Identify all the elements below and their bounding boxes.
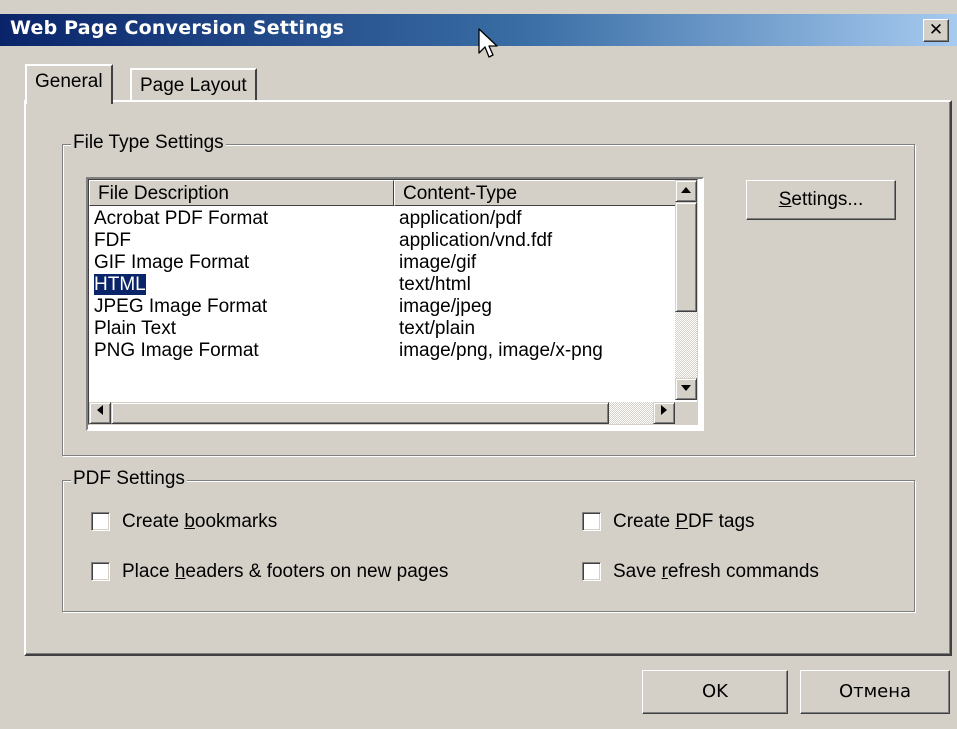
file-description: GIF Image Format: [94, 252, 250, 273]
content-type: application/pdf: [399, 208, 522, 229]
tab-general[interactable]: General: [25, 64, 113, 104]
checkbox-label: Save refresh commands: [613, 561, 819, 582]
content-type: application/vnd.fdf: [399, 230, 553, 251]
list-item[interactable]: JPEG Image Format image/jpeg: [89, 296, 675, 318]
vertical-scroll-thumb[interactable]: [675, 202, 697, 312]
arrow-left-icon: [97, 405, 103, 415]
settings-mnemonic: S: [778, 189, 792, 210]
file-type-settings-label: File Type Settings: [71, 132, 226, 154]
content-type: text/html: [399, 274, 471, 295]
cancel-label: Отмена: [838, 681, 912, 702]
scroll-right-button[interactable]: [653, 402, 675, 424]
vertical-scroll-track[interactable]: [675, 312, 697, 378]
tab-general-label: General: [35, 71, 103, 92]
file-description: JPEG Image Format: [94, 296, 268, 317]
list-item[interactable]: PNG Image Format image/png, image/x-png: [89, 340, 675, 362]
horizontal-scroll-thumb[interactable]: [111, 402, 609, 424]
close-icon: ✕: [928, 20, 944, 40]
content-type: image/gif: [399, 252, 477, 273]
file-type-settings-group: File Type Settings File Description Cont…: [62, 132, 915, 456]
arrow-down-icon: [681, 385, 691, 391]
tab-page-layout[interactable]: Page Layout: [130, 68, 257, 102]
pdf-settings-label: PDF Settings: [71, 468, 187, 490]
checkbox-box[interactable]: [582, 512, 601, 531]
ok-button[interactable]: OK: [642, 670, 788, 714]
column-header-label: Content-Type: [403, 183, 518, 204]
close-button[interactable]: ✕: [923, 19, 949, 42]
checkbox-label: Create bookmarks: [122, 511, 278, 532]
content-type: image/png, image/x-png: [399, 340, 603, 361]
window-title: Web Page Conversion Settings: [10, 17, 345, 39]
file-type-list[interactable]: File Description Content-Type Acrobat PD…: [86, 177, 704, 431]
checkbox-box[interactable]: [582, 562, 601, 581]
arrow-right-icon: [661, 405, 667, 415]
tab-page-layout-label: Page Layout: [140, 75, 247, 96]
list-item-selected[interactable]: HTML text/html: [89, 273, 675, 296]
cancel-button[interactable]: Отмена: [800, 670, 950, 714]
settings-button[interactable]: Settings...: [746, 180, 896, 220]
checkbox-box[interactable]: [91, 512, 110, 531]
dialog-window: Web Page Conversion Settings ✕ General P…: [0, 0, 957, 729]
column-header-label: File Description: [98, 183, 229, 204]
list-rows: Acrobat PDF Format application/pdf FDF a…: [89, 208, 675, 362]
file-description: FDF: [94, 230, 131, 251]
list-item[interactable]: Acrobat PDF Format application/pdf: [89, 208, 675, 230]
arrow-up-icon: [681, 187, 691, 193]
tab-panel-general: File Type Settings File Description Cont…: [24, 100, 952, 656]
file-description: Acrobat PDF Format: [94, 208, 269, 229]
list-header: File Description Content-Type: [89, 180, 677, 208]
vertical-scrollbar[interactable]: [675, 180, 697, 400]
content-type: image/jpeg: [399, 296, 492, 317]
file-description: PNG Image Format: [94, 340, 259, 361]
file-description: HTML: [93, 273, 147, 296]
scroll-up-button[interactable]: [675, 180, 697, 202]
checkbox-label: Place headers & footers on new pages: [122, 561, 449, 582]
file-description: Plain Text: [94, 318, 177, 339]
list-item[interactable]: FDF application/vnd.fdf: [89, 230, 675, 252]
scroll-corner: [675, 402, 697, 424]
horizontal-scroll-track[interactable]: [609, 402, 653, 424]
pdf-settings-group: PDF Settings Create bookmarks Place head…: [62, 468, 915, 612]
scroll-left-button[interactable]: [89, 402, 111, 424]
content-type: text/plain: [399, 318, 476, 339]
ok-label: OK: [702, 681, 728, 702]
arrow-cursor-icon: [478, 28, 498, 58]
scroll-down-button[interactable]: [675, 378, 697, 400]
settings-label: ettings...: [791, 189, 864, 210]
checkbox-label: Create PDF tags: [613, 511, 755, 532]
column-header-file-description[interactable]: File Description: [89, 180, 394, 206]
checkbox-box[interactable]: [91, 562, 110, 581]
list-item[interactable]: Plain Text text/plain: [89, 318, 675, 340]
list-item[interactable]: GIF Image Format image/gif: [89, 252, 675, 274]
column-header-content-type[interactable]: Content-Type: [394, 180, 677, 206]
horizontal-scrollbar[interactable]: [89, 402, 675, 424]
